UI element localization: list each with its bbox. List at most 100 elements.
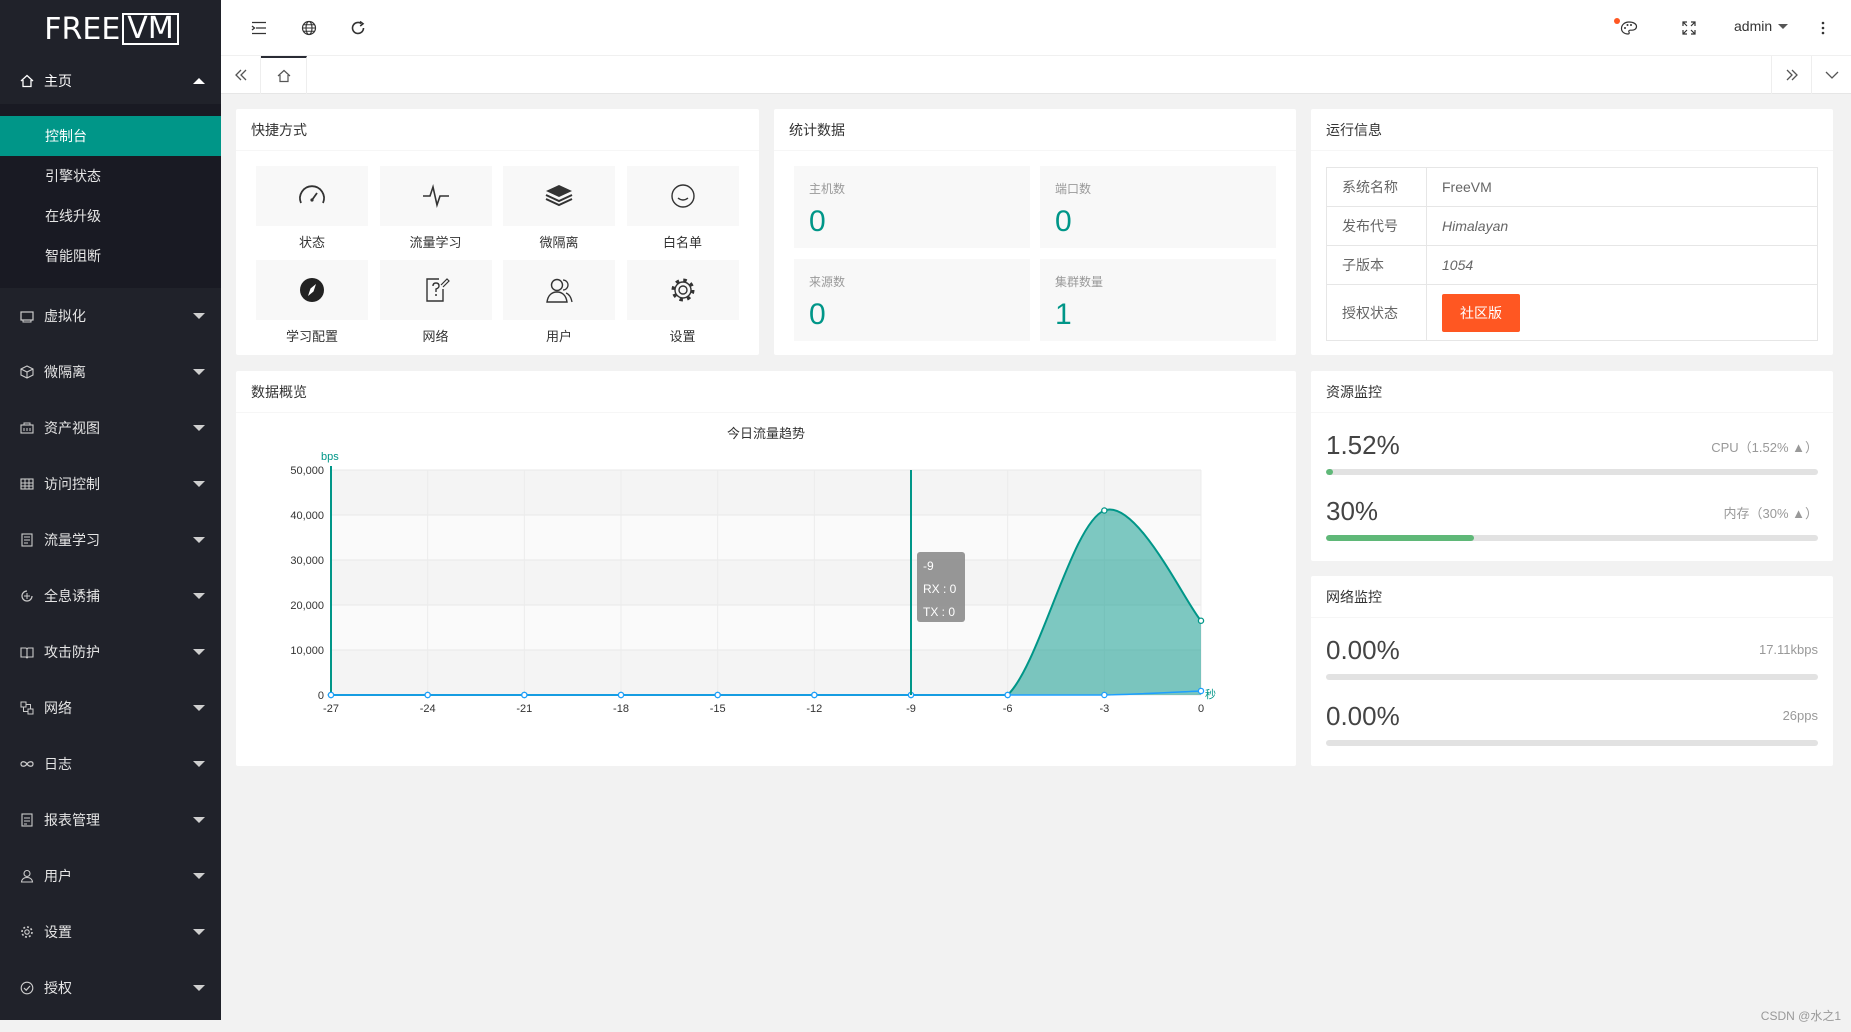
shortcut-label[interactable]: 网络 xyxy=(380,326,492,345)
sidebar-item-0[interactable]: 虚拟化 xyxy=(0,288,221,344)
sidebar: FREE VM 主页 控制台 引擎状态 在线升级 智能阻断 虚拟化微隔离 资产视图访… xyxy=(0,0,221,1020)
data-point[interactable] xyxy=(1004,691,1011,699)
chevron-down-icon xyxy=(193,985,205,991)
chevron-down-icon xyxy=(193,369,205,375)
data-point[interactable] xyxy=(811,691,818,699)
sidebar-sub-online-upgrade[interactable]: 在线升级 xyxy=(0,196,221,236)
sidebar-item-9[interactable]: 报表管理 xyxy=(0,792,221,848)
chevron-down-icon xyxy=(193,481,205,487)
sidebar-item-label: 虚拟化 xyxy=(44,308,86,324)
bandwidth-progress xyxy=(1326,674,1818,680)
sidebar-item-home[interactable]: 主页 xyxy=(0,58,221,104)
shortcut-label[interactable]: 设置 xyxy=(627,326,739,345)
chart-tooltip: -9 RX : 0 TX : 0 xyxy=(917,552,965,622)
sidebar-item-10[interactable]: 用户 xyxy=(0,848,221,904)
y-tick-label: 0 xyxy=(318,690,324,702)
sidebar-item-12[interactable]: 授权 xyxy=(0,960,221,1016)
cube-icon xyxy=(20,365,34,379)
stat-value: 0 xyxy=(809,205,826,238)
tab-home[interactable] xyxy=(261,56,307,94)
shortcut-5-button[interactable] xyxy=(379,260,492,320)
shortcut-1-button[interactable] xyxy=(379,166,492,226)
check-circle-icon xyxy=(20,981,34,995)
chevron-down-icon xyxy=(193,537,205,543)
menu-fold-icon[interactable] xyxy=(247,16,271,40)
theme-palette-icon[interactable] xyxy=(1617,16,1641,40)
shortcut-2-button[interactable] xyxy=(503,166,615,226)
packets-label: 26pps xyxy=(1782,708,1818,723)
card-title: 资源监控 xyxy=(1311,371,1833,413)
x-tick-label: -18 xyxy=(613,703,629,715)
sidebar-sub-smart-block[interactable]: 智能阻断 xyxy=(0,236,221,276)
sidebar-item-11[interactable]: 设置 xyxy=(0,904,221,960)
data-point[interactable] xyxy=(327,691,335,699)
shortcut-6-button[interactable] xyxy=(503,260,615,320)
sidebar-item-2[interactable]: 资产视图 xyxy=(0,400,221,456)
data-point[interactable] xyxy=(424,691,431,699)
sidebar-item-7[interactable]: 网络 xyxy=(0,680,221,736)
logo[interactable]: FREE VM xyxy=(0,0,221,58)
tab-scroll-right-icon[interactable] xyxy=(1771,56,1811,94)
sidebar-item-5[interactable]: 全息诱捕 xyxy=(0,568,221,624)
sidebar-item-6[interactable]: 攻击防护 xyxy=(0,624,221,680)
home-icon xyxy=(20,74,34,88)
cpu-progress xyxy=(1326,469,1818,475)
sidebar-item-1[interactable]: 微隔离 xyxy=(0,344,221,400)
chevron-down-icon xyxy=(193,649,205,655)
x-tick-label: -12 xyxy=(806,703,822,715)
stat-tile: 主机数 0 xyxy=(794,166,1030,248)
shortcut-3-button[interactable] xyxy=(626,166,739,226)
x-tick-label: -6 xyxy=(1003,703,1013,715)
info-key: 系统名称 xyxy=(1326,167,1427,207)
info-key: 发布代号 xyxy=(1326,206,1427,246)
data-point[interactable] xyxy=(1101,507,1108,514)
tab-scroll-left-icon[interactable] xyxy=(221,56,261,94)
info-value: Himalayan xyxy=(1426,206,1818,246)
shortcut-label[interactable]: 流量学习 xyxy=(380,232,492,251)
traffic-chart[interactable]: 今日流量趋势50,00040,00030,00020,00010,0000-27… xyxy=(236,413,1296,766)
overview-card: 数据概览 今日流量趋势 50,000 40,000 30,000 20,000 10,00… xyxy=(236,371,1296,766)
infinity-icon xyxy=(20,757,34,771)
sidebar-sub-engine-status[interactable]: 引擎状态 xyxy=(0,156,221,196)
data-point[interactable] xyxy=(714,691,721,699)
sidebar-sub-console[interactable]: 控制台 xyxy=(0,116,221,156)
refresh-icon[interactable] xyxy=(346,16,370,40)
sidebar-item-3[interactable]: 访问控制 xyxy=(0,456,221,512)
sidebar-item-label: 设置 xyxy=(44,924,72,940)
learn-icon xyxy=(20,533,34,547)
shortcut-7-button[interactable] xyxy=(626,260,739,320)
bandwidth-label: 17.11kbps xyxy=(1758,642,1818,657)
shortcut-label[interactable]: 微隔离 xyxy=(503,232,615,251)
home-submenu: 控制台 引擎状态 在线升级 智能阻断 xyxy=(0,104,221,288)
data-point[interactable] xyxy=(1197,687,1205,695)
shortcut-label[interactable]: 白名单 xyxy=(627,232,739,251)
license-badge: 社区版 xyxy=(1442,293,1520,332)
data-point[interactable] xyxy=(617,691,625,699)
chevron-down-icon xyxy=(193,705,205,711)
data-point[interactable] xyxy=(521,691,528,699)
data-point[interactable] xyxy=(1101,691,1108,699)
sidebar-item-8[interactable]: 日志 xyxy=(0,736,221,792)
tab-menu-chevron-icon[interactable] xyxy=(1811,56,1851,94)
shortcut-label[interactable]: 用户 xyxy=(503,326,615,345)
y-tick-label: 10,000 xyxy=(290,645,324,657)
data-point[interactable] xyxy=(1197,617,1205,624)
chevron-down-icon xyxy=(193,873,205,879)
user-menu[interactable]: admin xyxy=(1734,18,1789,34)
tooltip-line: TX : 0 xyxy=(923,605,955,619)
shortcut-label[interactable]: 学习配置 xyxy=(256,326,368,345)
shortcut-0-button[interactable] xyxy=(256,166,368,226)
fullscreen-icon[interactable] xyxy=(1677,16,1701,40)
x-tick-label: -27 xyxy=(323,703,339,715)
more-vertical-icon[interactable] xyxy=(1811,16,1835,40)
info-value: 1054 xyxy=(1426,245,1818,285)
tooltip-x: -9 xyxy=(923,559,934,573)
shortcut-label[interactable]: 状态 xyxy=(256,232,368,251)
stat-label: 集群数量 xyxy=(1055,275,1104,289)
globe-icon[interactable] xyxy=(297,16,321,40)
logo-text-free: FREE xyxy=(44,11,121,47)
sidebar-item-label: 主页 xyxy=(44,73,72,89)
sidebar-item-4[interactable]: 流量学习 xyxy=(0,512,221,568)
shortcut-4-button[interactable] xyxy=(256,260,368,320)
chevron-down-icon xyxy=(193,817,205,823)
